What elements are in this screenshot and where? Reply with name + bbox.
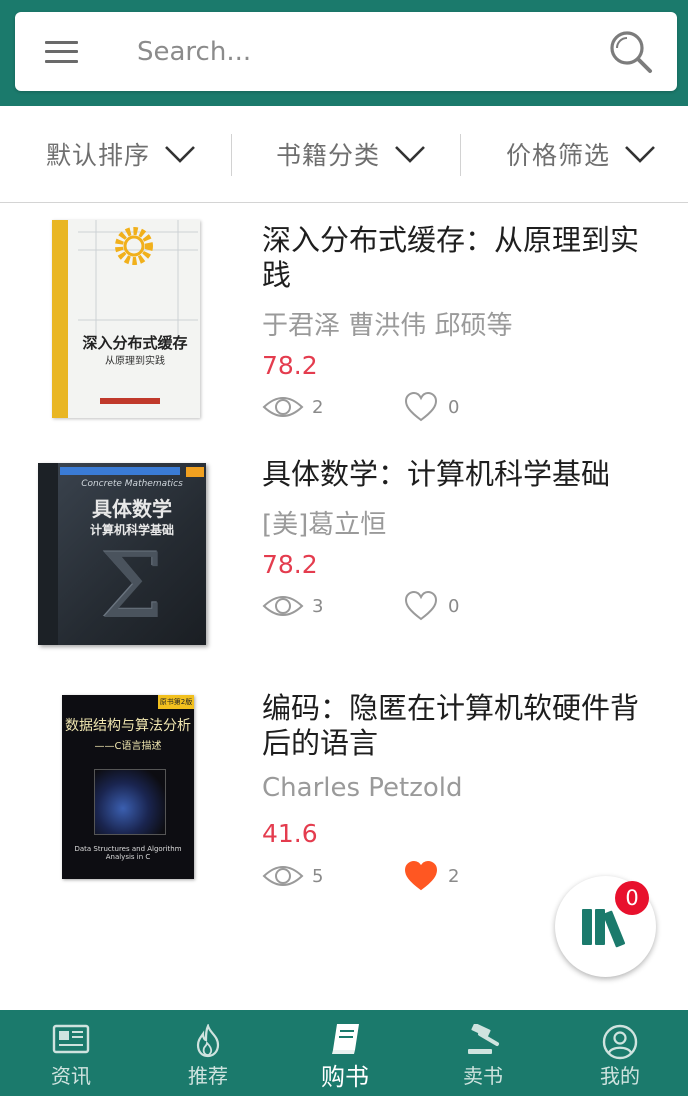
search-icon[interactable] xyxy=(609,30,653,74)
divider xyxy=(231,134,232,176)
nav-sell-books-label: 卖书 xyxy=(463,1064,503,1088)
heart-outline-icon xyxy=(404,391,438,422)
nav-recommend[interactable]: 推荐 xyxy=(139,1010,277,1096)
newspaper-icon xyxy=(52,1024,90,1054)
book-author: Charles Petzold xyxy=(262,773,463,803)
gear-icon xyxy=(78,220,198,340)
book-cover: Concrete Mathematics 具体数学 计算机科学基础 Σ xyxy=(38,463,206,645)
nav-sell-books[interactable]: 卖书 xyxy=(414,1010,552,1096)
book-item[interactable]: 原书第2版 数据结构与算法分析 ——C语言描述 Data Structures … xyxy=(0,683,688,913)
menu-icon[interactable] xyxy=(45,41,78,63)
book-price: 78.2 xyxy=(262,550,318,579)
book-item[interactable]: Concrete Mathematics 具体数学 计算机科学基础 Σ 具体数学… xyxy=(0,449,688,679)
nav-buy-books[interactable]: 购书 xyxy=(276,1010,414,1096)
cover-symbol: Σ xyxy=(100,534,164,639)
nav-buy-books-label: 购书 xyxy=(321,1063,369,1091)
chevron-down-icon xyxy=(165,146,195,163)
gavel-icon xyxy=(468,1024,499,1054)
category-dropdown[interactable]: 书籍分类 xyxy=(276,106,426,202)
view-count: 5 xyxy=(262,862,323,890)
cover-en-title: Concrete Mathematics xyxy=(81,479,183,489)
book-icon xyxy=(332,1024,359,1054)
like-count-value: 0 xyxy=(448,396,460,418)
filter-bar: 默认排序 书籍分类 价格筛选 xyxy=(0,106,688,203)
view-count: 2 xyxy=(262,393,323,421)
view-count-value: 2 xyxy=(312,396,324,418)
like-button[interactable]: 0 xyxy=(404,590,459,622)
like-count-value: 0 xyxy=(448,595,460,617)
view-count: 3 xyxy=(262,592,323,620)
category-dropdown-label: 书籍分类 xyxy=(276,141,381,170)
chevron-down-icon xyxy=(395,146,425,163)
nav-recommend-label: 推荐 xyxy=(188,1064,228,1088)
eye-icon xyxy=(262,866,304,886)
view-count-value: 5 xyxy=(312,865,324,887)
bottom-nav: 资讯 推荐 购书 卖书 我的 xyxy=(0,1010,688,1096)
flame-icon xyxy=(196,1024,220,1058)
chevron-down-icon xyxy=(625,146,655,163)
heart-filled-icon xyxy=(404,860,438,891)
view-count-value: 3 xyxy=(312,595,324,617)
cover-title: 深入分布式缓存 xyxy=(82,334,188,352)
cover-title: 数据结构与算法分析 xyxy=(65,718,191,734)
book-author: [美]葛立恒 xyxy=(262,510,387,540)
nav-profile-label: 我的 xyxy=(600,1064,640,1088)
book-title: 具体数学：计算机科学基础 xyxy=(262,457,611,491)
sort-dropdown[interactable]: 默认排序 xyxy=(46,106,196,202)
heart-outline-icon xyxy=(404,590,438,621)
book-author: 于君泽 曹洪伟 邱硕等 xyxy=(262,311,513,341)
book-title: 编码：隐匿在计算机软硬件背后的语言 xyxy=(262,691,640,760)
cart-count-badge: 0 xyxy=(615,881,649,915)
cover-en-title: Data Structures and Algorithm Analysis i… xyxy=(74,845,182,861)
search-bar xyxy=(15,12,677,91)
eye-icon xyxy=(262,397,304,417)
user-icon xyxy=(602,1024,638,1060)
book-item[interactable]: 深入分布式缓存 从原理到实践 深入分布式缓存：从原理到实践 于君泽 曹洪伟 邱硕… xyxy=(0,215,688,445)
cover-title: 具体数学 xyxy=(92,497,172,521)
price-dropdown[interactable]: 价格筛选 xyxy=(506,106,656,202)
cover-subtitle: 从原理到实践 xyxy=(105,356,165,367)
like-button[interactable]: 0 xyxy=(404,391,459,423)
app-header xyxy=(0,0,688,106)
sort-dropdown-label: 默认排序 xyxy=(46,141,151,170)
cover-subtitle: ——C语言描述 xyxy=(94,741,162,752)
book-title: 深入分布式缓存：从原理到实践 xyxy=(262,223,640,292)
book-price: 78.2 xyxy=(262,351,318,380)
eye-icon xyxy=(262,596,304,616)
nav-news[interactable]: 资讯 xyxy=(2,1010,140,1096)
like-button[interactable]: 2 xyxy=(404,860,459,892)
book-cover: 原书第2版 数据结构与算法分析 ——C语言描述 Data Structures … xyxy=(62,695,194,879)
search-input[interactable] xyxy=(135,30,599,74)
price-dropdown-label: 价格筛选 xyxy=(506,141,611,170)
divider xyxy=(460,134,461,176)
like-count-value: 2 xyxy=(448,865,460,887)
nav-news-label: 资讯 xyxy=(51,1064,91,1088)
nav-profile[interactable]: 我的 xyxy=(551,1010,688,1096)
book-cover: 深入分布式缓存 从原理到实践 xyxy=(52,220,200,418)
cover-edition: 原书第2版 xyxy=(158,695,194,709)
book-price: 41.6 xyxy=(262,819,318,848)
